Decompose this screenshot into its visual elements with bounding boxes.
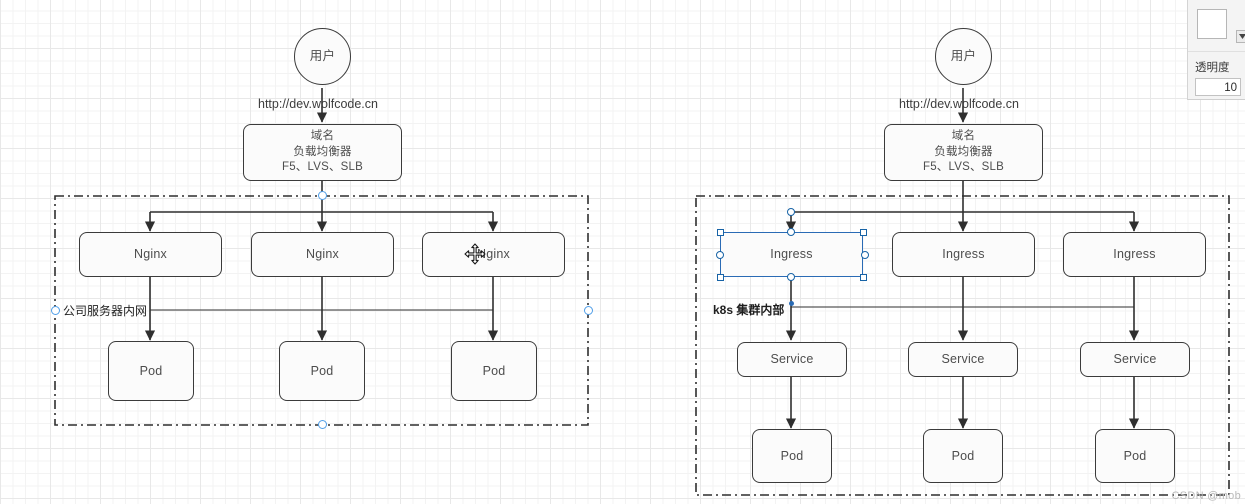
right-ingress-label-3: Ingress bbox=[1113, 247, 1156, 262]
opacity-input[interactable]: 10 bbox=[1195, 78, 1241, 96]
panel-divider bbox=[1188, 51, 1245, 52]
ingress-handle-bottom-right[interactable] bbox=[860, 274, 867, 281]
left-lb-line3: F5、LVS、SLB bbox=[281, 161, 364, 174]
left-load-balancer-node[interactable]: 域名 负载均衡器 F5、LVS、SLB bbox=[243, 124, 402, 181]
right-service-label-3: Service bbox=[1113, 352, 1157, 367]
right-service-node-3[interactable]: Service bbox=[1080, 342, 1190, 377]
ingress-handle-bottom-left[interactable] bbox=[717, 274, 724, 281]
right-lb-line1: 域名 bbox=[951, 130, 976, 143]
ingress-handle-bottom-center[interactable] bbox=[787, 273, 795, 281]
left-pod-label-2: Pod bbox=[310, 363, 334, 378]
ingress-handle-top-left[interactable] bbox=[717, 229, 724, 236]
k8s-edge-waypoint-dot[interactable] bbox=[789, 301, 794, 306]
ingress-handle-top-center[interactable] bbox=[787, 228, 795, 236]
right-ingress-node-1[interactable]: Ingress bbox=[720, 232, 863, 277]
right-load-balancer-node[interactable]: 域名 负载均衡器 F5、LVS、SLB bbox=[884, 124, 1043, 181]
left-pod-label-1: Pod bbox=[139, 363, 163, 378]
right-pod-label-1: Pod bbox=[780, 448, 804, 463]
left-lb-line1: 域名 bbox=[310, 130, 335, 143]
right-ingress-node-2[interactable]: Ingress bbox=[892, 232, 1035, 277]
left-container-handle-left[interactable] bbox=[51, 306, 60, 315]
ingress-handle-middle-left[interactable] bbox=[716, 251, 724, 259]
fill-color-picker[interactable] bbox=[1197, 9, 1245, 43]
right-actor-node[interactable]: 用户 bbox=[935, 28, 992, 85]
right-ingress-label-1: Ingress bbox=[770, 247, 813, 262]
right-service-label-1: Service bbox=[770, 352, 814, 367]
left-url-label: http://dev.wolfcode.cn bbox=[258, 97, 378, 111]
left-container-handle-bottom[interactable] bbox=[318, 420, 327, 429]
format-panel[interactable]: 透明度 10 bbox=[1187, 0, 1245, 100]
right-pod-label-2: Pod bbox=[951, 448, 975, 463]
right-pod-node-3[interactable]: Pod bbox=[1095, 429, 1175, 483]
right-ingress-label-2: Ingress bbox=[942, 247, 985, 262]
right-container-label: k8s 集群内部 bbox=[713, 303, 785, 317]
left-container-label: 公司服务器内网 bbox=[63, 304, 148, 318]
left-nginx-label-1: Nginx bbox=[134, 247, 167, 262]
right-lb-line3: F5、LVS、SLB bbox=[922, 161, 1005, 174]
right-pod-label-3: Pod bbox=[1123, 448, 1147, 463]
left-pod-node-1[interactable]: Pod bbox=[108, 341, 194, 401]
fill-color-swatch[interactable] bbox=[1197, 9, 1227, 39]
right-pod-node-2[interactable]: Pod bbox=[923, 429, 1003, 483]
left-container-handle-right[interactable] bbox=[584, 306, 593, 315]
left-nginx-node-3[interactable]: Nginx bbox=[422, 232, 565, 277]
opacity-label: 透明度 bbox=[1195, 62, 1230, 74]
left-nginx-node-2[interactable]: Nginx bbox=[251, 232, 394, 277]
ingress-handle-top-right[interactable] bbox=[860, 229, 867, 236]
right-pod-node-1[interactable]: Pod bbox=[752, 429, 832, 483]
left-pod-node-2[interactable]: Pod bbox=[279, 341, 365, 401]
chevron-down-icon[interactable] bbox=[1236, 30, 1245, 43]
watermark-label: CSDN @mob bbox=[1171, 490, 1241, 502]
right-url-label: http://dev.wolfcode.cn bbox=[899, 97, 1019, 111]
right-actor-label: 用户 bbox=[950, 49, 977, 64]
right-ingress-node-3[interactable]: Ingress bbox=[1063, 232, 1206, 277]
ingress-edge-waypoint-handle[interactable] bbox=[787, 208, 795, 216]
right-service-node-2[interactable]: Service bbox=[908, 342, 1018, 377]
left-nginx-node-1[interactable]: Nginx bbox=[79, 232, 222, 277]
left-nginx-label-2: Nginx bbox=[306, 247, 339, 262]
left-actor-label: 用户 bbox=[309, 49, 336, 64]
move-cursor-icon bbox=[464, 243, 486, 265]
right-lb-line2: 负载均衡器 bbox=[934, 145, 993, 158]
ingress-handle-middle-right[interactable] bbox=[861, 251, 869, 259]
left-pod-label-3: Pod bbox=[482, 363, 506, 378]
right-service-label-2: Service bbox=[941, 352, 985, 367]
left-pod-node-3[interactable]: Pod bbox=[451, 341, 537, 401]
left-container-handle-top[interactable] bbox=[318, 191, 327, 200]
left-lb-line2: 负载均衡器 bbox=[293, 145, 352, 158]
diagram-canvas[interactable]: 用户 http://dev.wolfcode.cn 域名 负载均衡器 F5、LV… bbox=[0, 0, 1245, 504]
left-actor-node[interactable]: 用户 bbox=[294, 28, 351, 85]
right-service-node-1[interactable]: Service bbox=[737, 342, 847, 377]
